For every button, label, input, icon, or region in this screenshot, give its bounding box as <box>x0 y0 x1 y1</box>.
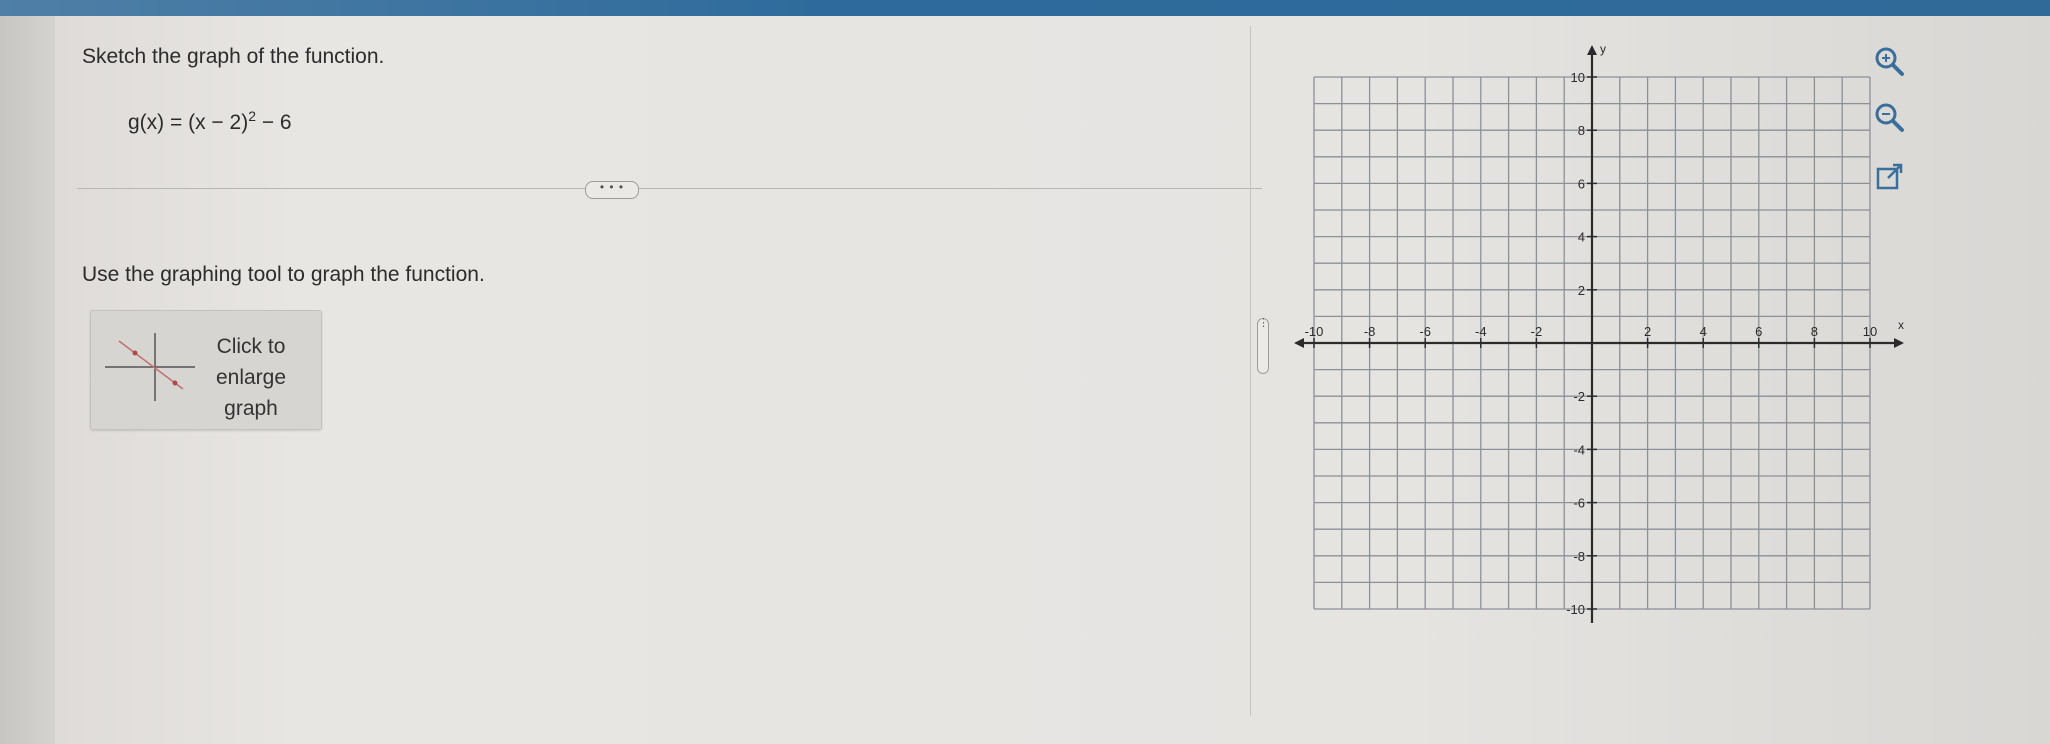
instruction-text: Use the graphing tool to graph the funct… <box>82 263 485 286</box>
x-axis-arrow-left <box>1294 338 1304 348</box>
y-axis-label: y <box>1600 42 1606 56</box>
section-divider <box>77 188 1262 189</box>
x-tick-label: 4 <box>1700 324 1707 339</box>
more-button[interactable]: • • • <box>585 181 639 199</box>
zoom-out-icon[interactable] <box>1872 100 1906 134</box>
graph-canvas[interactable]: x y -10 -8 -6 -4 -2 2 4 6 8 10 10 8 6 4 2 -2 -4 -6 -8 -10 <box>1258 30 1918 660</box>
y-tick-label: -4 <box>1573 442 1585 457</box>
x-axis-label: x <box>1898 318 1904 332</box>
y-tick-label: -8 <box>1573 549 1585 564</box>
top-bar <box>0 0 2050 16</box>
enlarge-label-line2: enlarge <box>215 366 287 389</box>
enlarge-label-line3: graph <box>224 397 278 420</box>
x-tick-label: 10 <box>1863 324 1877 339</box>
panel-divider <box>1250 26 1251 716</box>
function-tail: − 6 <box>256 111 292 134</box>
y-tick-label: -2 <box>1573 389 1585 404</box>
x-tick-label: 8 <box>1811 324 1818 339</box>
function-exponent: 2 <box>248 108 256 124</box>
y-tick-label: 6 <box>1578 176 1585 191</box>
x-tick-label: 6 <box>1755 324 1762 339</box>
enlarge-label: Click to enlarge graph <box>196 331 306 424</box>
y-axis-arrow <box>1587 45 1597 55</box>
y-tick-label: -10 <box>1566 602 1585 617</box>
x-axis-arrow <box>1894 338 1904 348</box>
question-prompt: Sketch the graph of the function. <box>82 45 385 68</box>
function-base: g(x) = (x − 2) <box>128 111 249 134</box>
y-tick-label: 2 <box>1578 283 1585 298</box>
graph-thumbnail-icon <box>105 333 195 401</box>
x-tick-label: -6 <box>1419 324 1431 339</box>
x-tick-label: 2 <box>1644 324 1651 339</box>
popout-icon[interactable] <box>1872 160 1906 194</box>
x-tick-label: -10 <box>1305 324 1324 339</box>
x-tick-label: -4 <box>1475 324 1487 339</box>
function-expression: g(x) = (x − 2)2 − 6 <box>128 108 292 135</box>
left-margin <box>0 16 55 744</box>
zoom-in-icon[interactable] <box>1872 44 1906 78</box>
y-tick-label: 10 <box>1571 70 1585 85</box>
enlarge-graph-button[interactable]: Click to enlarge graph <box>90 310 322 430</box>
enlarge-label-line1: Click to <box>216 335 286 358</box>
x-tick-label: -2 <box>1531 324 1543 339</box>
y-tick-label: -6 <box>1573 496 1585 511</box>
y-tick-label: 8 <box>1578 123 1585 138</box>
page: Sketch the graph of the function. g(x) =… <box>0 0 2050 744</box>
x-tick-label: -8 <box>1364 324 1376 339</box>
y-tick-label: 4 <box>1578 230 1585 245</box>
